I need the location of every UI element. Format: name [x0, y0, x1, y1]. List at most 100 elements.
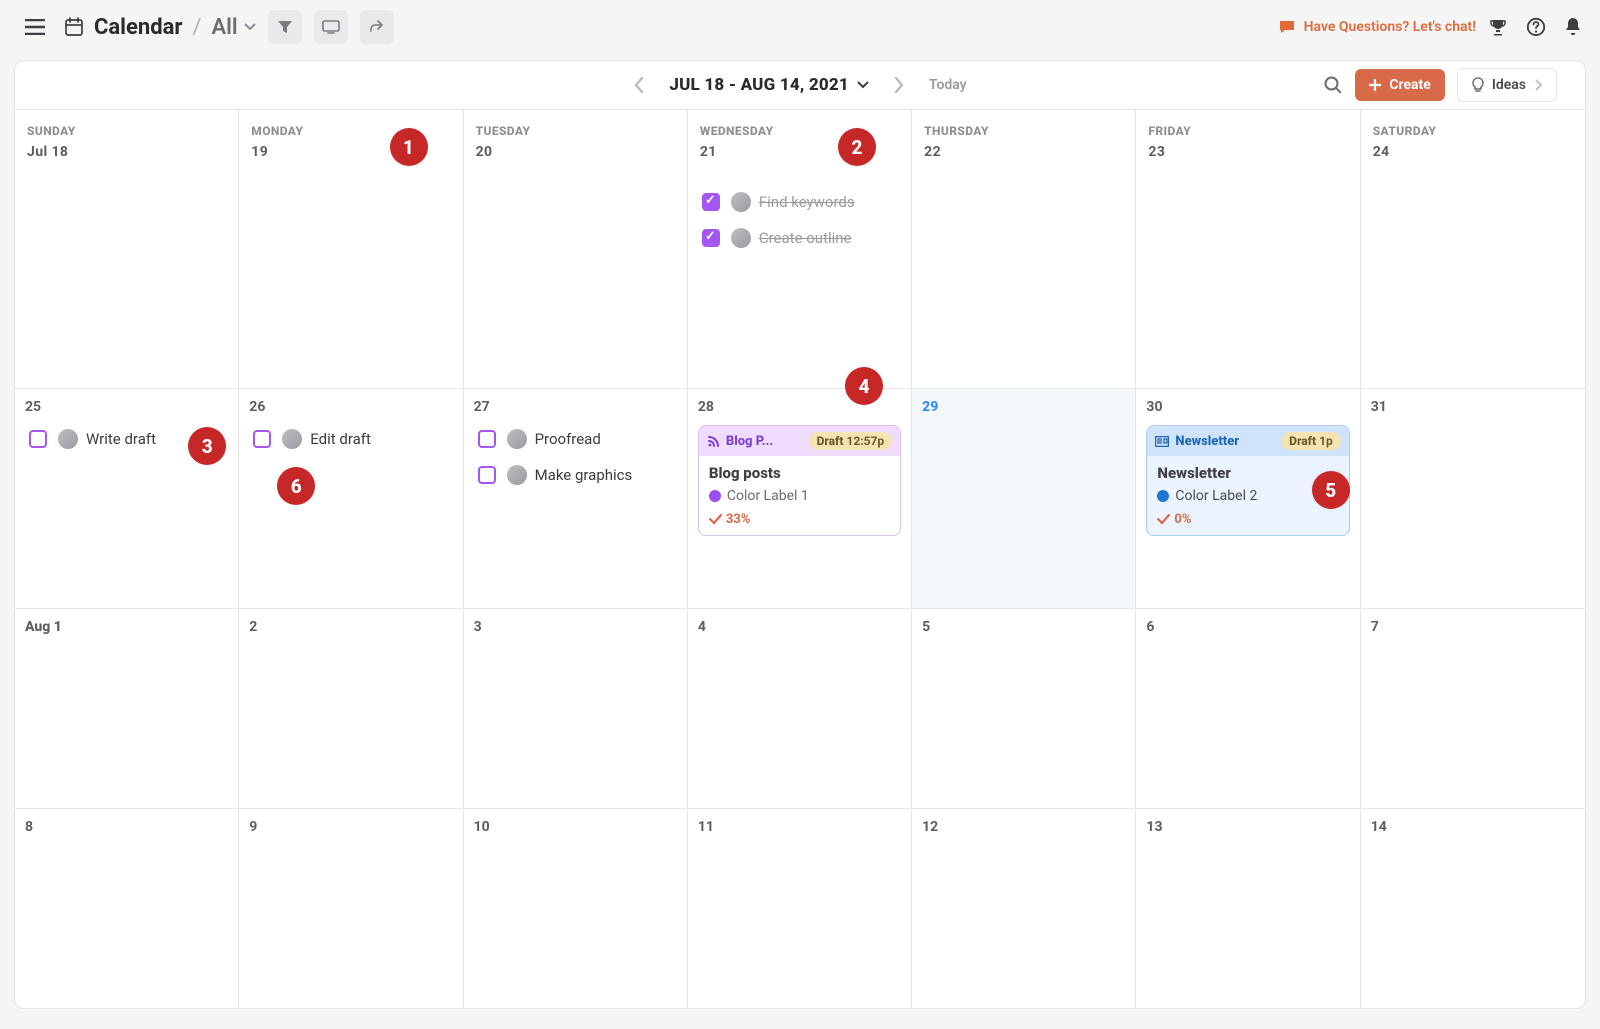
status-pill: Draft 1p — [1281, 432, 1341, 450]
day-cell[interactable]: 3 — [464, 609, 688, 808]
day-cell[interactable]: 4 — [688, 609, 912, 808]
weekday-name: WEDNESDAY — [700, 124, 774, 138]
help-chat-link[interactable]: Have Questions? Let's chat! — [1278, 19, 1476, 35]
filter-icon — [277, 20, 293, 34]
day-cell[interactable]: 11 — [688, 809, 912, 1008]
date-range-nav: JUL 18 - AUG 14, 2021 Today — [633, 75, 966, 95]
day-cell[interactable] — [15, 168, 239, 388]
date-number: 12 — [922, 819, 1125, 835]
breadcrumb-title[interactable]: Calendar — [94, 15, 182, 40]
pill-status: Draft — [1289, 434, 1316, 448]
task-item[interactable]: Edit draft — [249, 427, 452, 451]
day-cell[interactable]: 26 Edit draft 6 — [239, 389, 463, 608]
day-cell[interactable]: 10 — [464, 809, 688, 1008]
avatar — [58, 429, 78, 449]
day-cell[interactable]: Find keywords Create outline — [688, 168, 912, 388]
event-card-body: Blog posts Color Label 1 33% — [699, 456, 900, 535]
ideas-button[interactable]: Ideas — [1457, 68, 1557, 102]
plus-icon — [1369, 79, 1381, 91]
date-number: 9 — [249, 819, 452, 835]
breadcrumb-view-dropdown[interactable]: All — [212, 15, 256, 40]
task-label: Proofread — [535, 430, 601, 448]
day-cell[interactable]: 8 — [15, 809, 239, 1008]
weekday-name: SUNDAY — [27, 124, 76, 138]
date-number: 30 — [1146, 399, 1349, 415]
day-cell[interactable]: 27 Proofread Make graphics — [464, 389, 688, 608]
event-card-newsletter[interactable]: Newsletter Draft 1p Newsletter Color Lab… — [1146, 425, 1349, 536]
task-checkbox[interactable] — [29, 430, 47, 448]
task-label: Make graphics — [535, 466, 633, 484]
date-number: 29 — [922, 399, 1125, 415]
day-cell[interactable]: 4 28 Blog P... Draft 12:57p Blog posts C… — [688, 389, 912, 608]
create-button-label: Create — [1389, 77, 1431, 93]
date-number: Jul 18 — [27, 144, 68, 160]
event-card-title: Newsletter — [1157, 464, 1338, 482]
color-label-text: Color Label 1 — [727, 488, 809, 504]
day-cell[interactable]: 25 Write draft 3 — [15, 389, 239, 608]
day-cell[interactable]: 31 — [1361, 389, 1585, 608]
display-button[interactable] — [314, 10, 348, 44]
create-button[interactable]: Create — [1355, 69, 1445, 101]
prev-range-button[interactable] — [633, 76, 645, 94]
help-icon[interactable] — [1526, 17, 1546, 37]
weekday-header: FRIDAY23 — [1136, 110, 1360, 168]
task-item[interactable]: Proofread — [474, 427, 677, 451]
color-dot-icon — [709, 490, 721, 502]
task-checkbox[interactable] — [478, 466, 496, 484]
day-cell[interactable]: 14 — [1361, 809, 1585, 1008]
pill-status: Draft — [817, 434, 844, 448]
next-range-button[interactable] — [893, 76, 905, 94]
task-checkbox[interactable] — [702, 193, 720, 211]
task-checkbox[interactable] — [253, 430, 271, 448]
day-cell-today[interactable]: 29 — [912, 389, 1136, 608]
task-checkbox[interactable] — [702, 229, 720, 247]
date-number: 22 — [924, 144, 941, 160]
bell-icon[interactable] — [1564, 17, 1582, 37]
calendar-header: JUL 18 - AUG 14, 2021 Today Create Ideas — [15, 61, 1585, 110]
share-button[interactable] — [360, 10, 394, 44]
task-checkbox[interactable] — [478, 430, 496, 448]
day-cell[interactable]: 9 — [239, 809, 463, 1008]
day-cell[interactable] — [239, 168, 463, 388]
search-button[interactable] — [1323, 75, 1343, 95]
day-cell[interactable]: 7 — [1361, 609, 1585, 808]
calendar-weeks: Find keywords Create outline 25 Write dr… — [15, 168, 1585, 1008]
event-card-header: Newsletter Draft 1p — [1147, 426, 1348, 456]
today-button[interactable]: Today — [929, 77, 967, 93]
day-cell[interactable]: 12 — [912, 809, 1136, 1008]
event-card-title: Blog posts — [709, 464, 890, 482]
task-item[interactable]: Make graphics — [474, 463, 677, 487]
day-cell[interactable]: 6 — [1136, 609, 1360, 808]
weekday-header: SATURDAY24 — [1361, 110, 1585, 168]
help-chat-text: Have Questions? Let's chat! — [1304, 19, 1476, 35]
progress-text: 0% — [1174, 512, 1191, 527]
weekday-header: THURSDAY22 — [912, 110, 1136, 168]
event-color-label: Color Label 1 — [709, 488, 890, 504]
week-row: 25 Write draft 3 26 Edit draft 6 27 — [15, 388, 1585, 608]
day-cell[interactable]: 2 — [239, 609, 463, 808]
chevron-left-icon — [633, 76, 645, 94]
day-cell[interactable] — [464, 168, 688, 388]
day-cell[interactable]: 5 — [912, 609, 1136, 808]
search-icon — [1323, 75, 1343, 95]
filter-button[interactable] — [268, 10, 302, 44]
date-number: 24 — [1373, 144, 1390, 160]
annotation-badge-5: 5 — [1312, 471, 1350, 509]
menu-icon[interactable] — [18, 10, 52, 44]
task-item[interactable]: Create outline — [698, 226, 901, 250]
day-cell[interactable] — [1136, 168, 1360, 388]
task-item[interactable]: Find keywords — [698, 190, 901, 214]
date-range-dropdown[interactable]: JUL 18 - AUG 14, 2021 — [669, 75, 869, 95]
day-cell[interactable]: 30 Newsletter Draft 1p Newsletter Color … — [1136, 389, 1360, 608]
date-number: 26 — [249, 399, 452, 415]
weekday-header: TUESDAY20 — [464, 110, 688, 168]
annotation-badge-6: 6 — [277, 467, 315, 505]
day-cell[interactable]: 13 — [1136, 809, 1360, 1008]
day-cell[interactable] — [912, 168, 1136, 388]
event-card-blog[interactable]: Blog P... Draft 12:57p Blog posts Color … — [698, 425, 901, 536]
trophy-icon[interactable] — [1488, 17, 1508, 37]
day-cell[interactable]: Aug 1 — [15, 609, 239, 808]
event-progress: 33% — [709, 512, 890, 527]
avatar — [507, 465, 527, 485]
day-cell[interactable] — [1361, 168, 1585, 388]
